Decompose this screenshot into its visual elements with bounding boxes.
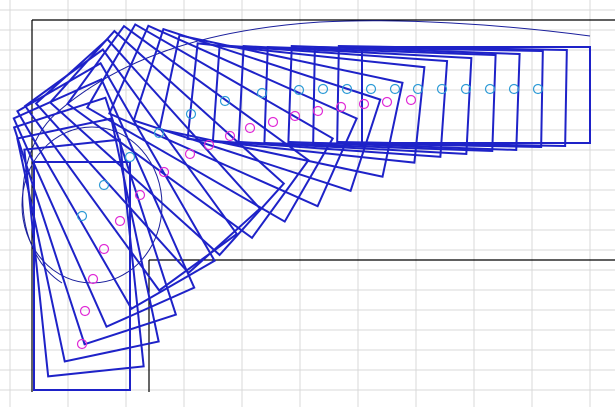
corridor-walls <box>31 19 615 392</box>
rectangle-outline <box>211 44 449 158</box>
rectangle-position <box>287 45 521 151</box>
rectangle-position <box>361 46 591 144</box>
inner-corner-marker <box>267 116 279 128</box>
background-grid <box>0 0 615 407</box>
inner-corner-marker <box>114 215 126 227</box>
inner-corner-marker <box>79 305 91 317</box>
rectangle-outline <box>361 46 591 144</box>
inner-corner-marker <box>405 94 417 106</box>
outer-corner-marker <box>532 83 544 95</box>
outer-corner-marker <box>98 179 110 191</box>
rectangle-outline <box>287 45 521 151</box>
outer-corner-marker <box>389 83 401 95</box>
inner-corner-marker <box>244 122 256 134</box>
outer-corner-marker <box>365 83 377 95</box>
rectangle-outline <box>237 45 473 155</box>
diagram-canvas <box>0 0 615 407</box>
outer-corner-marker <box>508 83 520 95</box>
outer-corner-marker <box>484 83 496 95</box>
outer-corner-marker <box>317 83 329 95</box>
rectangle-position <box>211 44 449 158</box>
outer-corner-marker <box>124 151 136 163</box>
inner-corner-marker <box>98 243 110 255</box>
inner-corner-marker <box>312 105 324 117</box>
inner-corner-marker <box>184 148 196 160</box>
inner-corner-marker <box>87 273 99 285</box>
moving-rectangles <box>12 23 591 391</box>
inner-corner-marker <box>358 98 370 110</box>
corridor-diagram <box>0 0 615 407</box>
inner-corner-marker <box>381 96 393 108</box>
rectangle-outline <box>312 46 544 148</box>
rectangle-position <box>312 46 544 148</box>
rectangle-position <box>237 45 473 155</box>
